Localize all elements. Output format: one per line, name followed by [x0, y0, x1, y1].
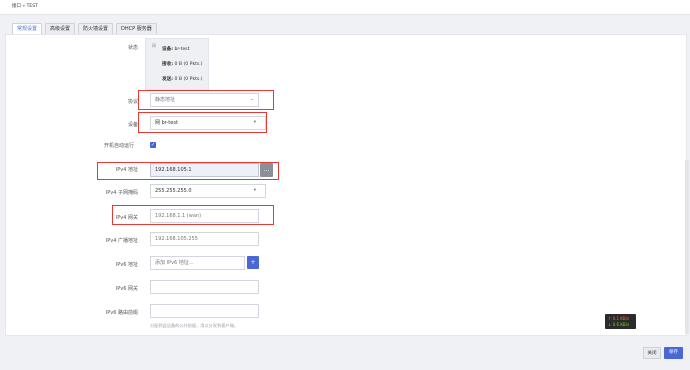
traffic-widget: ↑ 0.1 KB/s ↓ 0.6 KB/s	[605, 314, 636, 329]
caret-down-icon: ▾	[253, 188, 256, 193]
status-tx-value: 0 B (0 Pkts.)	[174, 77, 203, 82]
ipv4-netmask-value: 255.255.255.0	[155, 188, 192, 194]
status-device-value: br-test	[174, 47, 190, 52]
status-rx-label: 接收:	[162, 62, 174, 67]
ipv4-netmask-select[interactable]: 255.255.255.0 ▾	[150, 184, 266, 198]
status-device-label: 设备:	[162, 47, 174, 52]
status-rx-value: 0 B (0 Pkts.)	[174, 62, 203, 67]
window-header: 接口 » TEST	[0, 0, 690, 15]
autostart-label: 开机自动运行	[103, 143, 134, 149]
close-button[interactable]: 关闭	[643, 347, 661, 359]
ipv4-netmask-label: IPv4 子网掩码	[105, 190, 138, 196]
highlight-ipv4-gateway	[112, 205, 274, 225]
download-speed: ↓ 0.6 KB/s	[608, 322, 630, 327]
status-box: 网 设备: br-test 接收: 0 B (0 Pkts.) 发送: 0 B …	[145, 38, 209, 90]
ipv4-broadcast-placeholder: 192.168.105.255	[155, 236, 198, 242]
ipv6-prefix-input[interactable]	[150, 304, 259, 318]
ipv6-prefix-label: IPv6 路由前缀	[105, 310, 138, 316]
protocol-label: 协议	[127, 99, 138, 105]
ipv6-prefix-hint: 分配到此设备的公共前缀，用以分发到客户端。	[150, 323, 238, 328]
ipv4-broadcast-label: IPv4 广播地址	[105, 238, 138, 244]
page-title: 接口 » TEST	[12, 4, 38, 9]
status-label: 状态	[127, 45, 138, 51]
ipv6-gateway-input[interactable]	[150, 280, 259, 294]
ipv6-gateway-label: IPv6 网关	[115, 286, 138, 292]
autostart-checkbox[interactable]: ✓	[150, 142, 156, 148]
ipv6-address-placeholder: 添加 IPv6 地址...	[155, 260, 194, 266]
ipv4-broadcast-input[interactable]: 192.168.105.255	[150, 232, 259, 246]
highlight-protocol	[138, 90, 274, 110]
ipv6-address-label: IPv6 地址	[115, 262, 138, 268]
device-label: 设备	[127, 122, 138, 128]
status-tx-label: 发送:	[162, 77, 174, 82]
ipv6-address-input[interactable]: 添加 IPv6 地址...	[150, 256, 245, 270]
tab-bar: 常规设置 高级设置 防火墙设置 DHCP 服务器	[12, 23, 157, 35]
save-button[interactable]: 保存	[664, 347, 683, 359]
highlight-device	[138, 112, 267, 133]
highlight-ipv4-address	[97, 162, 279, 180]
scrollbar[interactable]	[685, 160, 689, 334]
ipv6-add-button[interactable]: +	[247, 256, 259, 269]
network-device-icon: 网	[152, 43, 156, 48]
upload-speed: ↑ 0.1 KB/s	[608, 316, 630, 321]
